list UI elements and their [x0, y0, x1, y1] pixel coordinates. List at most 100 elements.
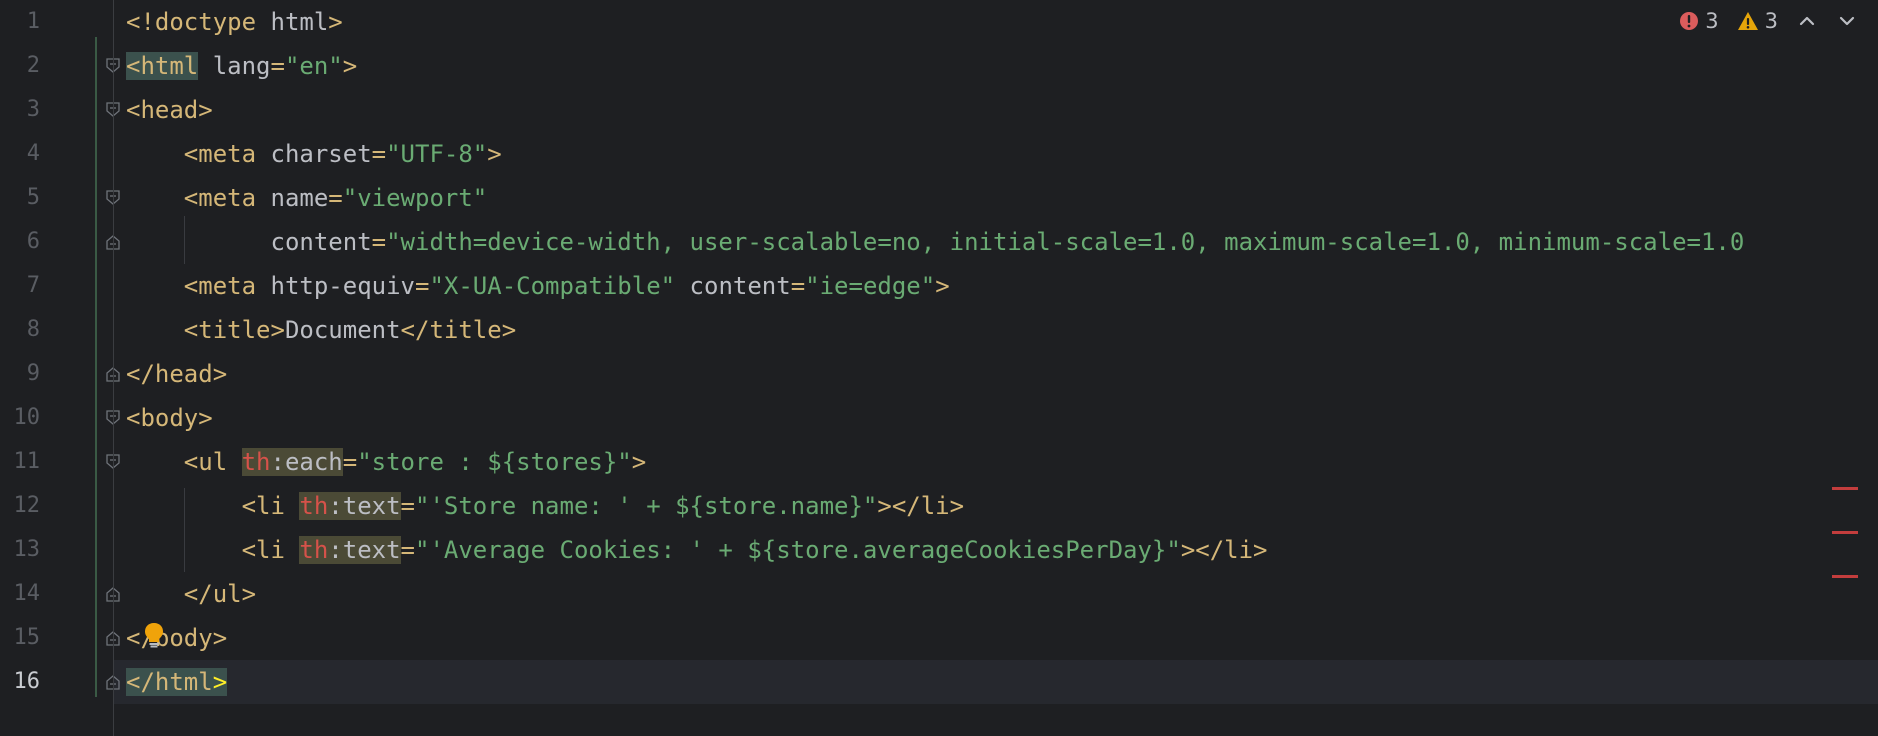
code-token: "UTF-8"	[386, 140, 488, 168]
line-number[interactable]: 10	[0, 396, 41, 440]
code-token: <meta	[126, 184, 257, 212]
line-number[interactable]: 6	[0, 220, 40, 264]
line-number[interactable]: 2	[0, 44, 40, 88]
code-token: =	[342, 448, 358, 476]
code-token: th	[299, 492, 329, 520]
code-line-text[interactable]: <ul th:each="store : ${stores}">	[126, 440, 646, 484]
code-line[interactable]: <title>Document</title>	[0, 308, 1878, 352]
line-number[interactable]: 11	[0, 440, 41, 484]
code-token: "X-UA-Compatible"	[429, 272, 676, 300]
code-line[interactable]: <!doctype html>	[0, 0, 1878, 44]
code-token: content	[675, 272, 791, 300]
line-number[interactable]: 9	[0, 352, 40, 396]
code-token: "store : ${stores}"	[357, 448, 632, 476]
code-token: Document	[284, 316, 401, 344]
indent-guide	[184, 488, 185, 572]
code-token: <!doctype	[126, 8, 271, 36]
code-token: :text	[328, 536, 401, 564]
code-line[interactable]: <head>	[0, 88, 1878, 132]
code-token: "width=device-width, user-scalable=no, i…	[386, 228, 1745, 256]
lightbulb-icon[interactable]	[143, 622, 165, 648]
code-token: th	[299, 536, 329, 564]
code-token: "viewport"	[342, 184, 488, 212]
code-token: <li	[126, 536, 300, 564]
line-number[interactable]: 5	[0, 176, 40, 220]
code-token: =	[400, 492, 415, 520]
code-line[interactable]: <li th:text="'Average Cookies: ' + ${sto…	[0, 528, 1878, 572]
code-token: charset	[256, 140, 372, 168]
error-stripe-mark[interactable]	[1832, 487, 1858, 490]
code-token: ></li>	[1180, 536, 1268, 564]
chevron-up-icon	[1799, 16, 1815, 26]
line-number[interactable]: 16	[0, 660, 41, 704]
code-token: <body>	[126, 404, 213, 432]
line-number[interactable]: 3	[0, 88, 40, 132]
code-token: http-equiv	[256, 272, 415, 300]
warnings-indicator[interactable]: 3	[1737, 9, 1778, 33]
code-editor[interactable]: <!doctype html> <html lang="en"> <head> <m…	[0, 0, 1878, 736]
next-highlighted-error-button[interactable]	[1836, 10, 1858, 32]
code-token: "en"	[284, 52, 343, 80]
code-line[interactable]: <body>	[0, 396, 1878, 440]
code-token: "'Store name: ' + ${store.name}"	[415, 492, 878, 520]
line-number[interactable]: 12	[0, 484, 41, 528]
code-line-text[interactable]: <html lang="en">	[126, 44, 357, 88]
code-line-text[interactable]: <meta name="viewport"	[126, 176, 487, 220]
code-line[interactable]: </body>	[0, 616, 1878, 660]
previous-highlighted-error-button[interactable]	[1796, 10, 1818, 32]
line-number[interactable]: 4	[0, 132, 40, 176]
code-line-text[interactable]: <title>Document</title>	[126, 308, 516, 352]
code-line[interactable]: content="width=device-width, user-scalab…	[0, 220, 1878, 264]
line-number[interactable]: 14	[0, 572, 41, 616]
code-line-text[interactable]: </head>	[126, 352, 227, 396]
errors-count: 3	[1705, 9, 1719, 33]
code-line[interactable]: <li th:text="'Store name: ' + ${store.na…	[0, 484, 1878, 528]
code-line[interactable]: <ul th:each="store : ${stores}">	[0, 440, 1878, 484]
line-number[interactable]: 15	[0, 616, 41, 660]
code-token: >	[212, 668, 228, 696]
code-line-text[interactable]: <body>	[126, 396, 213, 440]
code-token: =	[415, 272, 430, 300]
code-line-text[interactable]: <li th:text="'Average Cookies: ' + ${sto…	[126, 528, 1268, 572]
inspection-widget[interactable]: 3 3	[1679, 6, 1858, 36]
code-token: <meta	[126, 272, 257, 300]
code-token: =	[270, 52, 285, 80]
code-token: th	[241, 448, 271, 476]
code-line-text[interactable]: </body>	[126, 616, 227, 660]
code-line[interactable]: <meta name="viewport"	[0, 176, 1878, 220]
vcs-change-marker[interactable]	[95, 37, 97, 697]
code-token: </body>	[126, 624, 228, 652]
code-line-text[interactable]: <li th:text="'Store name: ' + ${store.na…	[126, 484, 964, 528]
code-line-text[interactable]: <!doctype html>	[126, 0, 343, 44]
error-stripe-mark[interactable]	[1832, 531, 1858, 534]
code-line[interactable]: <html lang="en">	[0, 44, 1878, 88]
line-number[interactable]: 7	[0, 264, 40, 308]
code-token: name	[256, 184, 329, 212]
code-token: </head>	[126, 360, 228, 388]
code-line[interactable]: </html>	[0, 660, 1878, 704]
code-line-text[interactable]: </html>	[126, 660, 228, 704]
code-line-text[interactable]: </ul>	[126, 572, 256, 616]
code-token: :text	[328, 492, 401, 520]
code-line[interactable]: </head>	[0, 352, 1878, 396]
code-line[interactable]: <meta charset="UTF-8">	[0, 132, 1878, 176]
chevron-down-icon	[1839, 16, 1855, 26]
line-number[interactable]: 1	[0, 0, 40, 44]
code-line[interactable]: <meta http-equiv="X-UA-Compatible" conte…	[0, 264, 1878, 308]
error-stripe-mark[interactable]	[1832, 575, 1858, 578]
code-line-text[interactable]: <meta charset="UTF-8">	[126, 132, 502, 176]
code-line-text[interactable]: <head>	[126, 88, 213, 132]
code-token: :each	[270, 448, 343, 476]
code-token: =	[400, 536, 415, 564]
errors-indicator[interactable]: 3	[1679, 9, 1719, 33]
code-token: <meta	[126, 140, 257, 168]
code-area[interactable]: <!doctype html> <html lang="en"> <head> <m…	[0, 0, 1878, 736]
line-number[interactable]: 8	[0, 308, 40, 352]
code-line-text[interactable]: <meta http-equiv="X-UA-Compatible" conte…	[126, 264, 950, 308]
code-line[interactable]: </ul>	[0, 572, 1878, 616]
code-token: </ul>	[126, 580, 257, 608]
code-token: >	[935, 272, 950, 300]
code-line-text[interactable]: content="width=device-width, user-scalab…	[126, 220, 1744, 264]
code-token: lang	[198, 52, 271, 80]
line-number[interactable]: 13	[0, 528, 41, 572]
